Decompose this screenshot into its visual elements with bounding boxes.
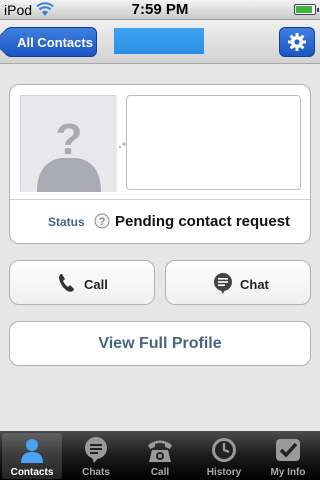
tab-history[interactable]: History [194,433,254,479]
tab-chats-label: Chats [82,467,110,478]
phone-handset-icon [59,274,74,292]
tab-my-info-label: My Info [270,467,306,478]
tab-contacts[interactable]: Contacts [2,433,62,479]
tab-history-label: History [206,467,242,478]
svg-text:?: ? [99,216,106,228]
mood-message-box [126,95,301,190]
call-button-label: Call [84,277,108,292]
navigation-bar: All Contacts [0,20,320,64]
avatar: ? [20,95,117,192]
telephone-icon [148,440,172,462]
contact-person-icon [21,439,43,463]
tab-call-label: Call [150,467,170,478]
call-button[interactable]: Call [9,260,155,305]
unknown-person-icon: ? [21,96,117,192]
status-text: Pending contact request [115,213,291,230]
checkmark-icon [276,439,300,461]
tab-my-info[interactable]: My Info [258,433,318,479]
tab-bar: Contacts Chats Call History My Info [0,431,320,480]
chat-button-label: Chat [240,277,269,292]
status-bar: iPod 7:59 PM [0,0,320,20]
settings-button[interactable] [279,27,315,57]
view-full-profile-label: View Full Profile [98,334,222,352]
status-label: Status [48,215,85,229]
tab-chats[interactable]: Chats [66,433,126,479]
redacted-contact-name [114,28,204,54]
gear-icon [288,33,306,51]
clock-time: 7:59 PM [131,1,189,18]
clock-icon [212,438,236,462]
svg-text:?: ? [56,115,83,164]
chat-bubble-icon [214,273,232,294]
tab-call[interactable]: Call [130,433,190,479]
pending-question-icon: ? [94,213,110,229]
tab-contacts-label: Contacts [10,467,54,478]
contact-card: ? Status ? Pending contact request [9,84,311,244]
card-divider [10,199,310,200]
battery-icon [294,4,319,15]
back-button-label: All Contacts [17,34,93,50]
chat-button[interactable]: Chat [165,260,311,305]
view-full-profile-button[interactable]: View Full Profile [9,321,311,366]
status-row: Status ? Pending contact request [10,201,310,243]
all-contacts-back-button[interactable]: All Contacts [0,27,97,57]
chat-bubble-icon [85,437,107,463]
